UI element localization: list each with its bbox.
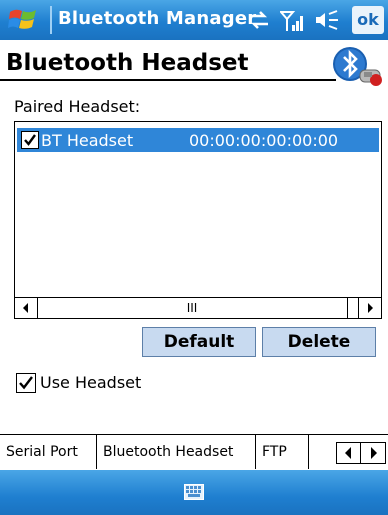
tab-bluetooth-headset[interactable]: Bluetooth Headset — [97, 435, 256, 469]
delete-button[interactable]: Delete — [262, 327, 376, 357]
tab-ftp[interactable]: FTP — [256, 435, 309, 469]
page-title: Bluetooth Headset — [6, 50, 249, 76]
connectivity-icon[interactable] — [248, 10, 270, 30]
scroll-left-button[interactable] — [15, 298, 38, 318]
app-title: Bluetooth Manager — [58, 8, 257, 29]
title-separator — [50, 6, 52, 34]
use-headset-checkbox[interactable] — [16, 373, 36, 393]
tab-scroll-right-button[interactable] — [362, 443, 385, 463]
bottom-menu-bar — [0, 470, 388, 515]
checkmark-icon — [19, 376, 33, 390]
keyboard-icon[interactable] — [184, 484, 204, 500]
arrow-left-icon — [23, 303, 28, 313]
headset-name: BT Headset — [41, 131, 134, 150]
tab-scroll-arrows — [336, 442, 386, 464]
ok-button[interactable]: ok — [352, 6, 384, 34]
title-bar: Bluetooth Manager ok — [0, 0, 388, 40]
paired-headset-list[interactable]: BT Headset 00:00:00:00:00:00 III — [14, 121, 382, 319]
windows-start-icon[interactable] — [8, 6, 38, 34]
horizontal-scrollbar[interactable]: III — [15, 297, 381, 318]
signal-icon[interactable] — [280, 10, 306, 32]
volume-icon[interactable] — [314, 10, 340, 30]
bluetooth-headset-icon — [333, 47, 382, 86]
arrow-left-icon — [345, 447, 351, 459]
scroll-grip: III — [186, 301, 198, 315]
scroll-right-button[interactable] — [358, 298, 381, 318]
list-item[interactable]: BT Headset 00:00:00:00:00:00 — [17, 128, 379, 152]
use-headset-label[interactable]: Use Headset — [40, 373, 141, 392]
header-divider — [0, 79, 336, 81]
tab-scroll-left-button[interactable] — [337, 443, 361, 463]
headset-address: 00:00:00:00:00:00 — [189, 131, 339, 150]
default-button[interactable]: Default — [142, 327, 256, 357]
checkmark-icon — [24, 134, 36, 146]
arrow-right-icon — [371, 447, 377, 459]
headset-checkbox[interactable] — [21, 131, 39, 149]
tab-serial-port[interactable]: Serial Port — [0, 435, 97, 469]
arrow-right-icon — [368, 303, 373, 313]
paired-headset-label: Paired Headset: — [14, 97, 141, 116]
tab-strip: Serial Port Bluetooth Headset FTP — [0, 434, 388, 471]
scroll-thumb[interactable]: III — [37, 298, 348, 318]
